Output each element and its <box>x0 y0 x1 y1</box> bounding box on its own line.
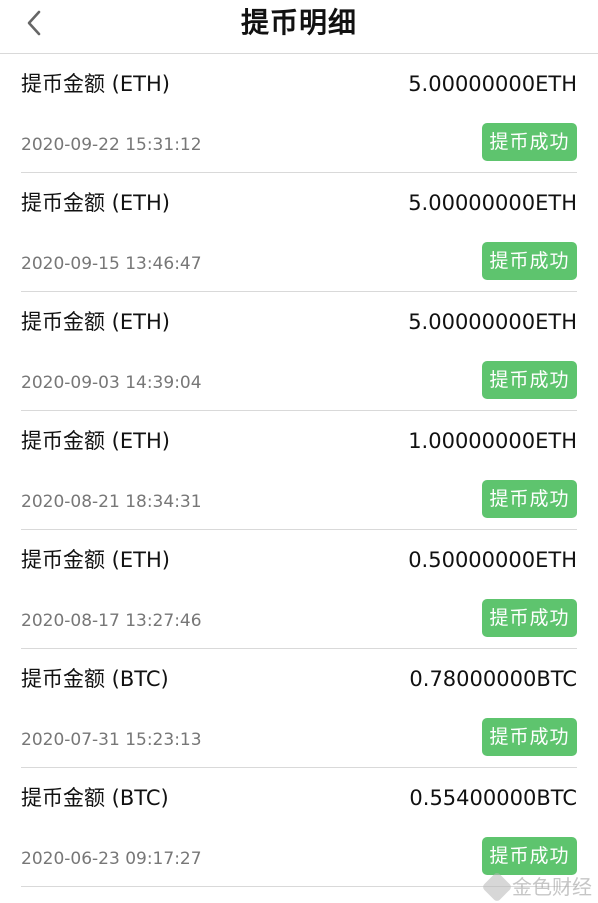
withdrawal-record[interactable]: 提币金额 (BTC) 0.78000000BTC 2020-07-31 15:2… <box>21 649 577 768</box>
page-title: 提币明细 <box>0 5 598 41</box>
status-badge: 提币成功 <box>482 599 577 637</box>
withdrawal-record[interactable]: 提币金额 (ETH) 5.00000000ETH 2020-09-03 14:3… <box>21 292 577 411</box>
amount-value: 5.00000000ETH <box>408 308 577 336</box>
amount-value: 0.78000000BTC <box>409 665 577 693</box>
amount-label: 提币金额 (ETH) <box>21 546 170 574</box>
amount-value: 5.00000000ETH <box>408 70 577 98</box>
timestamp: 2020-07-31 15:23:13 <box>21 729 202 751</box>
watermark: 金色财经 <box>486 874 592 900</box>
timestamp: 2020-09-22 15:31:12 <box>21 134 202 156</box>
timestamp: 2020-06-23 09:17:27 <box>21 848 202 870</box>
top-bar: 提币明细 <box>0 0 598 54</box>
status-badge: 提币成功 <box>482 361 577 399</box>
amount-value: 0.55400000BTC <box>409 784 577 812</box>
withdrawal-list: 提币金额 (ETH) 5.00000000ETH 2020-09-22 15:3… <box>0 54 598 887</box>
status-badge: 提币成功 <box>482 718 577 756</box>
amount-label: 提币金额 (BTC) <box>21 784 169 812</box>
amount-label: 提币金额 (ETH) <box>21 70 170 98</box>
withdrawal-record[interactable]: 提币金额 (ETH) 5.00000000ETH 2020-09-15 13:4… <box>21 173 577 292</box>
timestamp: 2020-09-03 14:39:04 <box>21 372 202 394</box>
timestamp: 2020-08-21 18:34:31 <box>21 491 202 513</box>
watermark-logo-icon <box>481 871 512 902</box>
timestamp: 2020-09-15 13:46:47 <box>21 253 202 275</box>
amount-value: 5.00000000ETH <box>408 189 577 217</box>
withdrawal-record[interactable]: 提币金额 (ETH) 0.50000000ETH 2020-08-17 13:2… <box>21 530 577 649</box>
withdrawal-record[interactable]: 提币金额 (ETH) 5.00000000ETH 2020-09-22 15:3… <box>21 54 577 173</box>
withdrawal-record[interactable]: 提币金额 (ETH) 1.00000000ETH 2020-08-21 18:3… <box>21 411 577 530</box>
amount-label: 提币金额 (ETH) <box>21 427 170 455</box>
status-badge: 提币成功 <box>482 242 577 280</box>
timestamp: 2020-08-17 13:27:46 <box>21 610 202 632</box>
watermark-text: 金色财经 <box>512 874 592 900</box>
amount-value: 0.50000000ETH <box>408 546 577 574</box>
amount-value: 1.00000000ETH <box>408 427 577 455</box>
status-badge: 提币成功 <box>482 480 577 518</box>
status-badge: 提币成功 <box>482 123 577 161</box>
status-badge: 提币成功 <box>482 837 577 875</box>
amount-label: 提币金额 (BTC) <box>21 665 169 693</box>
amount-label: 提币金额 (ETH) <box>21 308 170 336</box>
amount-label: 提币金额 (ETH) <box>21 189 170 217</box>
withdrawal-record[interactable]: 提币金额 (BTC) 0.55400000BTC 2020-06-23 09:1… <box>21 768 577 887</box>
